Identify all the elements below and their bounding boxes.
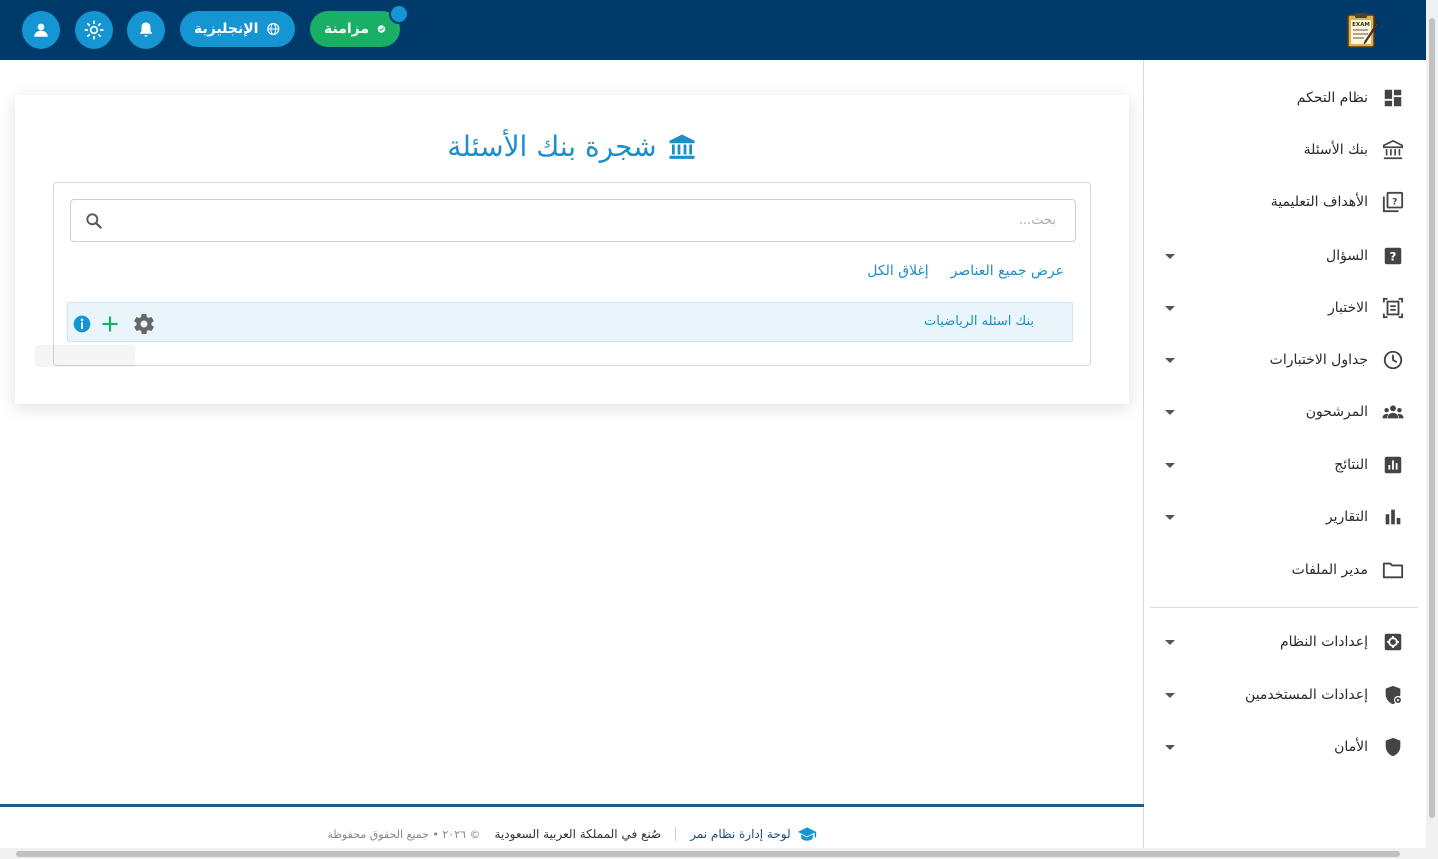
footer-brand[interactable]: لوحة إدارة نظام نمر [690, 826, 816, 842]
dashboard-icon [1382, 87, 1404, 109]
sidebar-item-label: النتائج [1334, 457, 1368, 473]
sidebar-item-results[interactable]: النتائج [1143, 445, 1426, 485]
expand-caret-icon[interactable] [1165, 357, 1175, 363]
sidebar-item-clock[interactable]: جداول الاختبارات [1143, 340, 1426, 380]
globe-icon [267, 22, 280, 36]
sidebar-item-label: إعدادات المستخدمين [1245, 687, 1368, 703]
sidebar-item-label: مدير الملفات [1291, 562, 1368, 578]
tree-container: عرض جميع العناصر إغلاق الكل بنك اسئله ال… [53, 182, 1091, 366]
sidebar-item-folder[interactable]: مدير الملفات [1143, 550, 1426, 590]
search-input[interactable] [116, 200, 1056, 241]
footer-made-in: صُنع في المملكة العربية السعودية [494, 827, 662, 841]
sidebar-item-label: الاختبار [1327, 300, 1368, 316]
footer-separator [675, 827, 677, 841]
sidebar-item-label: إعدادات النظام [1279, 634, 1368, 650]
sidebar-divider [1150, 607, 1418, 608]
info-icon[interactable] [72, 314, 92, 334]
system-settings-icon [1382, 631, 1404, 653]
shield-icon [1382, 736, 1404, 758]
sidebar-item-bank[interactable]: بنك الأسئلة [1143, 130, 1426, 170]
expand-caret-icon[interactable] [1165, 253, 1175, 259]
expand-caret-icon[interactable] [1165, 639, 1175, 645]
sidebar-item-label: جداول الاختبارات [1269, 352, 1368, 368]
sidebar-item-question[interactable]: ? السؤال [1143, 236, 1426, 276]
footer-copyright: © ٢٠٢٦ • جميع الحقوق محفوظة [327, 827, 481, 841]
tooltip-remnant [35, 345, 135, 367]
sidebar-item-label: المرشحون [1305, 404, 1368, 420]
search-icon[interactable] [84, 211, 104, 231]
expand-caret-icon[interactable] [1165, 514, 1175, 520]
horizontal-scrollbar[interactable] [0, 848, 1438, 859]
sun-icon [84, 20, 104, 40]
sidebar: نظام التحكم بنك الأسئلة? الأهداف التعليمية… [1143, 60, 1426, 848]
expand-caret-icon[interactable] [1165, 462, 1175, 468]
bank-icon [669, 134, 695, 159]
logo-text: EXAM [1352, 22, 1370, 28]
svg-text:?: ? [1390, 250, 1397, 264]
svg-text:?: ? [1392, 196, 1397, 207]
learning-objectives-icon: ? [1382, 191, 1404, 213]
sidebar-item-shield[interactable]: الأمان [1143, 727, 1426, 767]
user-settings-icon [1382, 684, 1404, 706]
sidebar-item-reports[interactable]: التقارير [1143, 497, 1426, 537]
check-circle-icon [377, 25, 386, 33]
bank-icon [1382, 139, 1404, 161]
results-icon [1382, 454, 1404, 476]
vertical-scrollbar[interactable] [1426, 0, 1438, 848]
expand-caret-icon[interactable] [1165, 692, 1175, 698]
user-profile-button[interactable] [22, 11, 60, 49]
candidates-icon [1382, 401, 1404, 423]
clock-icon [1382, 349, 1404, 371]
sidebar-item-dashboard[interactable]: نظام التحكم [1143, 78, 1426, 118]
page-title: شجرة بنك الأسئلة [15, 130, 1129, 163]
tree-node-label[interactable]: بنك اسئله الرياضيات [924, 314, 1034, 329]
sidebar-item-learning-objectives[interactable]: ? الأهداف التعليمية [1143, 182, 1426, 222]
horizontal-scrollbar-thumb[interactable] [16, 851, 1400, 857]
sidebar-item-user-settings[interactable]: إعدادات المستخدمين [1143, 675, 1426, 715]
add-icon[interactable] [100, 314, 120, 334]
sync-label: مزامنة [324, 21, 370, 37]
app-logo[interactable]: EXAM [1342, 10, 1382, 50]
bell-icon [140, 22, 152, 37]
expand-all-link[interactable]: عرض جميع العناصر [951, 263, 1064, 279]
sidebar-item-label: التقارير [1325, 509, 1368, 525]
language-label: الإنجليزية [194, 21, 259, 37]
footer: لوحة إدارة نظام نمر صُنع في المملكة العر… [0, 822, 1144, 846]
folder-icon [1382, 559, 1404, 581]
tree-node-actions [72, 312, 156, 336]
sync-status-indicator [389, 4, 409, 24]
expand-caret-icon[interactable] [1165, 305, 1175, 311]
reports-icon [1382, 506, 1404, 528]
vertical-scrollbar-thumb[interactable] [1429, 18, 1435, 818]
top-bar: الإنجليزية مزامنة EXAM [0, 0, 1426, 60]
sidebar-item-exam[interactable]: الاختبار [1143, 288, 1426, 328]
gear-icon[interactable] [132, 312, 156, 336]
theme-toggle-button[interactable] [75, 11, 113, 49]
tree-node[interactable]: بنك اسئله الرياضيات [67, 302, 1073, 342]
sidebar-item-system-settings[interactable]: إعدادات النظام [1143, 622, 1426, 662]
collapse-all-link[interactable]: إغلاق الكل [867, 263, 928, 279]
sidebar-item-label: الأمان [1334, 739, 1368, 755]
question-icon: ? [1382, 245, 1404, 267]
search-box [70, 199, 1076, 242]
sidebar-item-candidates[interactable]: المرشحون [1143, 392, 1426, 432]
language-switch-button[interactable]: الإنجليزية [180, 11, 295, 47]
sidebar-item-label: نظام التحكم [1296, 90, 1368, 106]
tree-controls: عرض جميع العناصر إغلاق الكل [867, 263, 1064, 279]
question-bank-tree-card: شجرة بنك الأسئلة عرض جميع العناصر إغلاق … [15, 95, 1129, 404]
footer-divider [0, 804, 1144, 807]
graduation-cap-icon [797, 827, 816, 841]
sidebar-item-label: السؤال [1326, 248, 1368, 264]
sidebar-item-label: الأهداف التعليمية [1270, 194, 1368, 210]
sync-button[interactable]: مزامنة [310, 11, 400, 47]
footer-brand-text: لوحة إدارة نظام نمر [690, 827, 791, 841]
page-title-text: شجرة بنك الأسئلة [447, 130, 657, 163]
exam-icon [1382, 297, 1404, 319]
notifications-button[interactable] [127, 11, 165, 49]
exam-clipboard-logo-icon: EXAM [1347, 13, 1379, 48]
user-icon [34, 23, 48, 37]
expand-caret-icon[interactable] [1165, 409, 1175, 415]
expand-caret-icon[interactable] [1165, 744, 1175, 750]
sidebar-item-label: بنك الأسئلة [1303, 142, 1368, 158]
